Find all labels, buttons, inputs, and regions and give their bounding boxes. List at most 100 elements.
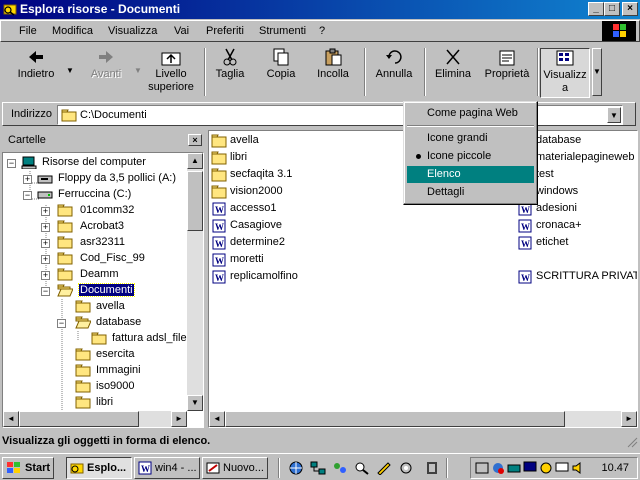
speaker-icon[interactable] <box>571 461 585 475</box>
channels-icon[interactable] <box>332 461 348 475</box>
back-button[interactable]: Indietro <box>8 48 64 98</box>
folder-icon <box>211 151 227 165</box>
task-label: Esplo... <box>87 462 127 474</box>
folder-icon <box>57 220 73 233</box>
menu-item-list[interactable]: Elenco <box>407 166 534 183</box>
tree-label: asr32311 <box>80 236 126 248</box>
menu-item-small-icons[interactable]: Icone piccole <box>407 148 534 165</box>
undo-button[interactable]: Annulla <box>370 48 418 98</box>
tray-monitor-icon[interactable] <box>523 461 537 475</box>
close-pane-button[interactable]: × <box>188 134 202 146</box>
windows-logo <box>602 21 636 41</box>
collapse-icon[interactable]: − <box>23 191 32 200</box>
paste-button[interactable]: Incolla <box>308 48 358 98</box>
tray-network-icon[interactable] <box>507 461 521 475</box>
network-icon[interactable] <box>310 461 326 475</box>
up-level-button[interactable]: Livello superiore <box>142 48 200 98</box>
address-dropdown-icon[interactable]: ▼ <box>607 107 621 123</box>
status-text: Visualizza gli oggetti in forma di elenc… <box>2 435 211 447</box>
svg-text:W: W <box>521 239 530 249</box>
paint-icon <box>206 462 220 474</box>
menu-item-details[interactable]: Dettagli <box>407 184 534 201</box>
scroll-thumb[interactable] <box>19 411 139 427</box>
menu-vai[interactable]: Vai <box>174 25 189 37</box>
list-item-label: adesioni <box>536 202 577 214</box>
expand-icon[interactable]: + <box>41 223 50 232</box>
title-bar[interactable]: Esplora risorse - Documenti _ □ × <box>0 0 640 19</box>
explorer-icon <box>70 463 84 474</box>
radio-bullet-icon <box>416 154 421 159</box>
menu-visualizza[interactable]: Visualizza <box>108 25 157 37</box>
collapse-icon[interactable]: − <box>57 319 66 328</box>
toolbar: Indietro ▼ Avanti ▼ Livello superiore Ta… <box>2 44 602 100</box>
views-button[interactable]: Visualizz a <box>540 48 590 98</box>
forward-button[interactable]: Avanti <box>80 48 132 98</box>
views-label-line2: a <box>561 82 569 94</box>
tray-globe-icon[interactable] <box>491 461 505 475</box>
menu-item-label: Come pagina Web <box>427 107 518 119</box>
tree-horizontal-scrollbar[interactable]: ◄ ► <box>3 411 187 427</box>
properties-icon <box>499 50 515 66</box>
delete-button[interactable]: Elimina <box>430 48 476 98</box>
copy-button[interactable]: Copia <box>258 48 304 98</box>
start-button[interactable]: Start <box>2 457 54 479</box>
tree-label: Floppy da 3,5 pollici (A:) <box>58 172 176 184</box>
expand-icon[interactable]: + <box>41 207 50 216</box>
maximize-button[interactable]: □ <box>604 2 620 16</box>
forward-label: Avanti <box>90 68 122 80</box>
scroll-left-icon[interactable]: ◄ <box>3 411 19 427</box>
folder-tree[interactable]: − Risorse del computer + Floppy da 3,5 p… <box>2 152 204 428</box>
menu-item-large-icons[interactable]: Icone grandi <box>407 130 534 147</box>
minimize-button[interactable]: _ <box>588 2 604 16</box>
task-paint[interactable]: Nuovo... <box>202 457 268 479</box>
folder-icon <box>75 380 91 393</box>
collapse-icon[interactable]: − <box>7 159 16 168</box>
address-input[interactable]: C:\Documenti ▼ <box>57 105 623 125</box>
scroll-right-icon[interactable]: ► <box>621 411 637 427</box>
task-explorer[interactable]: Esplo... <box>66 457 132 479</box>
tray-app-icon[interactable] <box>475 461 489 475</box>
expand-icon[interactable]: + <box>41 255 50 264</box>
scroll-thumb[interactable] <box>225 411 565 427</box>
svg-text:W: W <box>521 205 530 215</box>
tree-label: Acrobat3 <box>80 220 125 232</box>
tree-vertical-scrollbar[interactable]: ▲ ▼ <box>187 153 203 411</box>
edit-pencil-icon[interactable] <box>376 461 392 475</box>
collapse-icon[interactable]: − <box>41 287 50 296</box>
resize-grip-icon[interactable] <box>624 434 638 448</box>
menu-strumenti[interactable]: Strumenti <box>259 25 306 37</box>
copy-label: Copia <box>266 68 296 80</box>
menu-item-web-page[interactable]: Come pagina Web <box>407 105 534 122</box>
scroll-left-icon[interactable]: ◄ <box>209 411 225 427</box>
scroll-right-icon[interactable]: ► <box>171 411 187 427</box>
clock[interactable]: 10.47 <box>601 462 629 474</box>
expand-icon[interactable]: + <box>41 239 50 248</box>
close-icon: × <box>192 135 198 145</box>
find-icon[interactable] <box>354 461 370 475</box>
address-bar: Indirizzo C:\Documenti ▼ <box>2 102 636 126</box>
cut-button[interactable]: Taglia <box>208 48 252 98</box>
scroll-up-icon[interactable]: ▲ <box>187 153 203 169</box>
film-icon[interactable] <box>424 461 440 475</box>
menu-help[interactable]: ? <box>319 25 325 37</box>
menu-file[interactable]: File <box>19 25 37 37</box>
task-word[interactable]: W win4 - ... <box>134 457 200 479</box>
tray-scheduler-icon[interactable] <box>539 461 553 475</box>
views-dropdown-icon[interactable]: ▼ <box>592 48 602 96</box>
menu-preferiti[interactable]: Preferiti <box>206 25 244 37</box>
start-label: Start <box>25 462 51 474</box>
scroll-thumb[interactable] <box>187 171 203 231</box>
expand-icon[interactable]: + <box>23 175 32 184</box>
expand-icon[interactable]: + <box>41 271 50 280</box>
browser-globe-icon[interactable] <box>288 461 304 475</box>
word-document-icon: W <box>212 270 226 284</box>
list-horizontal-scrollbar[interactable]: ◄ ► <box>209 411 637 427</box>
forward-dropdown-icon[interactable]: ▼ <box>134 66 142 75</box>
close-button[interactable]: × <box>622 2 638 16</box>
menu-modifica[interactable]: Modifica <box>52 25 93 37</box>
tray-chat-icon[interactable] <box>555 461 569 475</box>
settings-icon[interactable] <box>398 461 414 475</box>
properties-button[interactable]: Proprietà <box>480 48 534 98</box>
scroll-down-icon[interactable]: ▼ <box>187 395 203 411</box>
back-dropdown-icon[interactable]: ▼ <box>66 66 74 75</box>
